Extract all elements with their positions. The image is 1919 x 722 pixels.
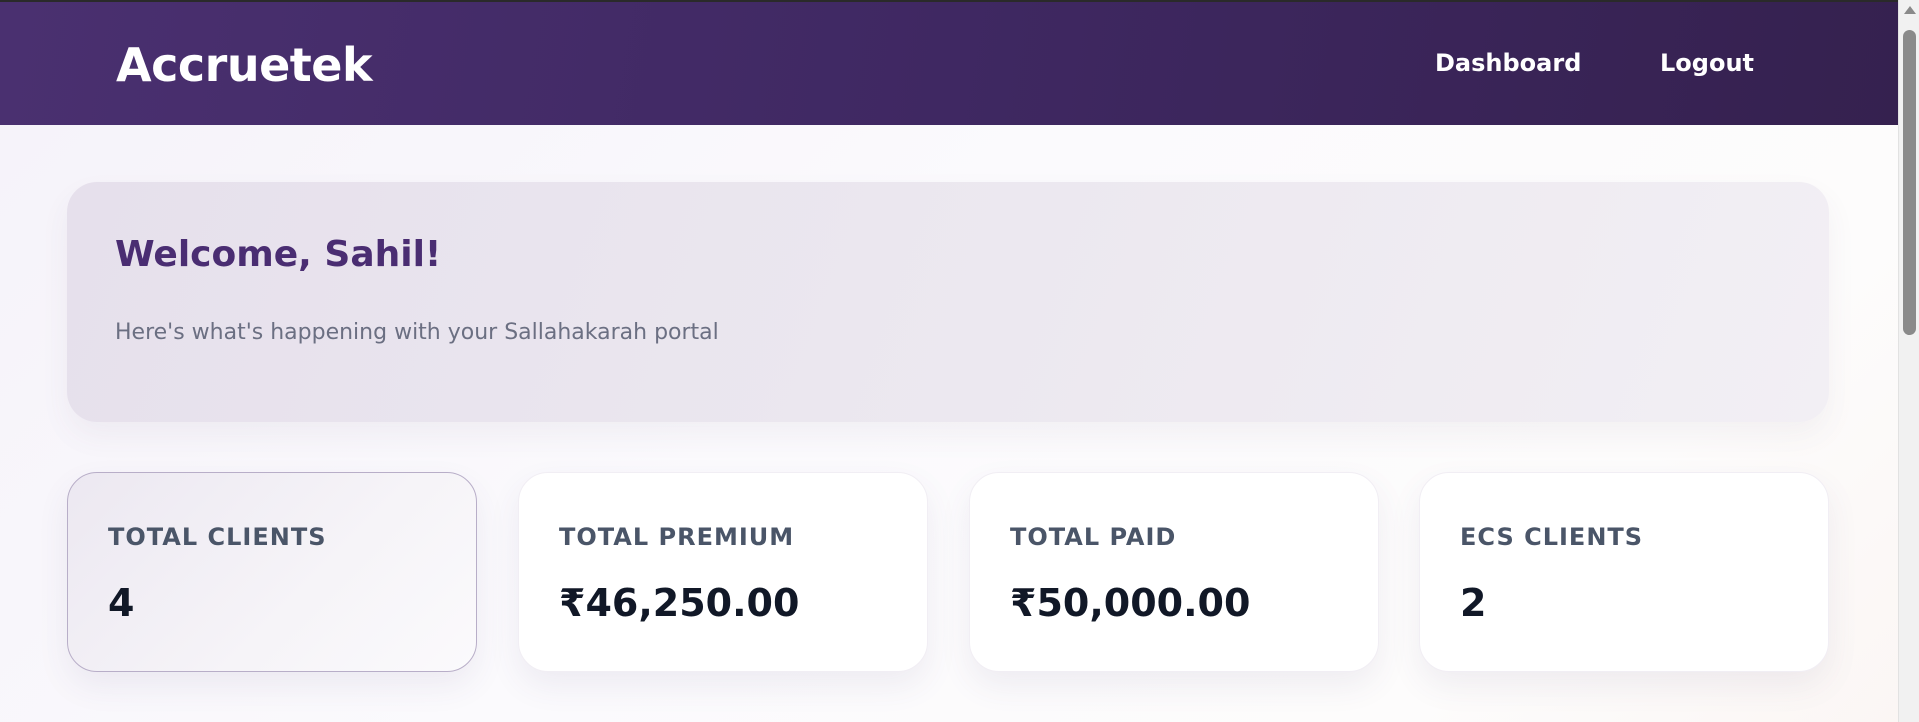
stat-label: ECS CLIENTS bbox=[1460, 523, 1644, 551]
nav-link-logout[interactable]: Logout bbox=[1660, 49, 1754, 77]
welcome-subtitle: Here's what's happening with your Sallah… bbox=[115, 320, 719, 345]
welcome-title: Welcome, Sahil! bbox=[115, 234, 442, 275]
stat-card-ecs-clients[interactable]: ECS CLIENTS 2 bbox=[1419, 472, 1829, 672]
stat-label: TOTAL PAID bbox=[1010, 523, 1177, 551]
stat-value: ₹50,000.00 bbox=[1010, 581, 1251, 625]
stat-card-total-premium[interactable]: TOTAL PREMIUM ₹46,250.00 bbox=[518, 472, 928, 672]
stat-card-total-clients[interactable]: TOTAL CLIENTS 4 bbox=[67, 472, 477, 672]
stat-label: TOTAL PREMIUM bbox=[559, 523, 795, 551]
vertical-scrollbar[interactable] bbox=[1898, 0, 1919, 722]
stat-label: TOTAL CLIENTS bbox=[108, 523, 327, 551]
scrollbar-thumb[interactable] bbox=[1903, 30, 1916, 335]
brand-logo[interactable]: Accruetek bbox=[116, 38, 373, 92]
stat-card-total-paid[interactable]: TOTAL PAID ₹50,000.00 bbox=[969, 472, 1379, 672]
scroll-up-arrow-icon[interactable] bbox=[1904, 6, 1916, 14]
stat-value: ₹46,250.00 bbox=[559, 581, 800, 625]
page-viewport: Accruetek Dashboard Logout Welcome, Sahi… bbox=[0, 0, 1898, 722]
stats-row: TOTAL CLIENTS 4 TOTAL PREMIUM ₹46,250.00… bbox=[67, 472, 1829, 672]
welcome-banner: Welcome, Sahil! Here's what's happening … bbox=[67, 182, 1829, 422]
stat-value: 4 bbox=[108, 581, 135, 625]
stat-value: 2 bbox=[1460, 581, 1487, 625]
top-navbar: Accruetek Dashboard Logout bbox=[0, 2, 1898, 125]
nav-link-dashboard[interactable]: Dashboard bbox=[1435, 49, 1581, 77]
